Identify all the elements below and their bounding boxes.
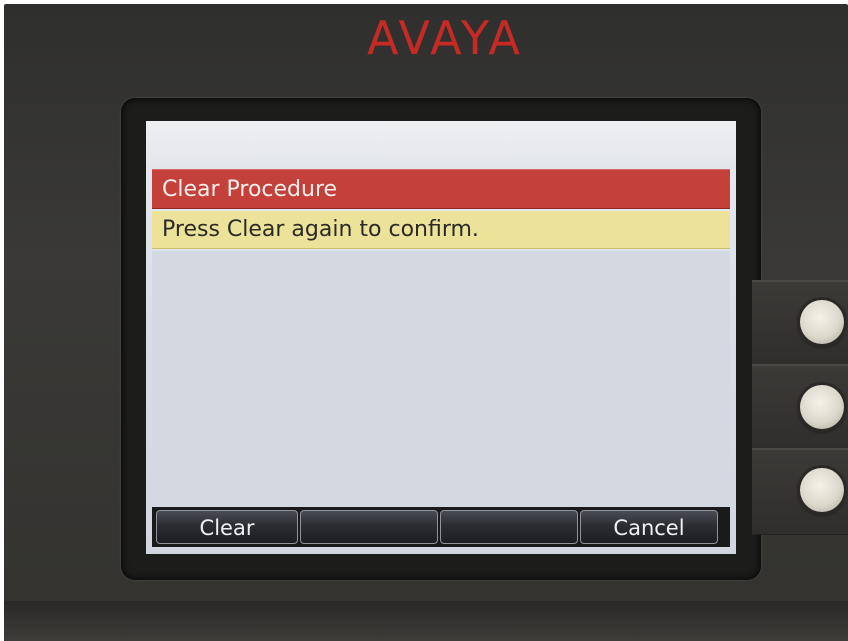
line-button-2[interactable] bbox=[800, 385, 844, 429]
display-header-area bbox=[146, 121, 736, 169]
softkey-3[interactable] bbox=[440, 510, 578, 544]
line-button-1[interactable] bbox=[800, 300, 844, 344]
screen-title: Clear Procedure bbox=[152, 169, 730, 209]
brand-logo: AVAYA bbox=[367, 11, 523, 65]
softkey-2[interactable] bbox=[300, 510, 438, 544]
line-button-3[interactable] bbox=[800, 468, 844, 512]
softkey-bar: Clear Cancel bbox=[152, 507, 730, 547]
phone-body-lower bbox=[4, 601, 848, 641]
phone-display: Clear Procedure Press Clear again to con… bbox=[146, 121, 736, 554]
softkey-clear[interactable]: Clear bbox=[156, 510, 298, 544]
softkey-cancel[interactable]: Cancel bbox=[580, 510, 718, 544]
display-content-area bbox=[152, 251, 730, 506]
confirm-prompt: Press Clear again to confirm. bbox=[152, 211, 730, 249]
